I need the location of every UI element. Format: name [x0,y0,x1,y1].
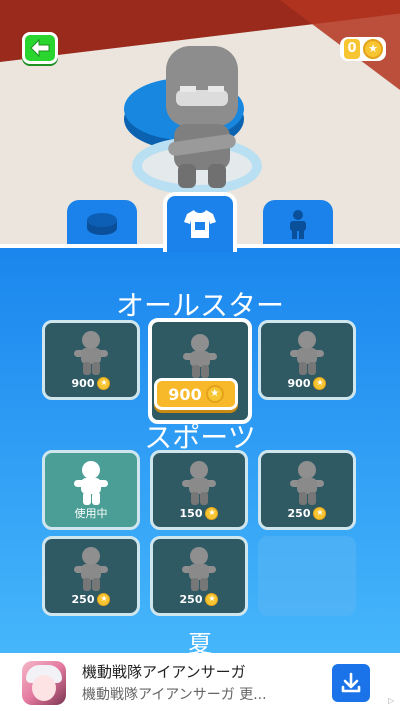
star-coin-icon: ★ [205,385,224,403]
skin-card[interactable]: 250 ★ [150,536,248,616]
star-coin-icon: ★ [205,507,219,520]
skin-card-empty [258,536,356,616]
skin-price: 900 ★ [261,377,353,390]
buy-button[interactable]: 900 ★ [154,378,238,410]
skin-price: 250 ★ [153,593,245,606]
preview-character [158,38,248,188]
skin-figure [74,461,108,505]
shop-panel[interactable]: オールスター 900 ★ 900 ★ スポーツ 900 ★ 使用中 150 ★ 250… [0,248,400,653]
platform-disc-icon [87,213,117,235]
tshirt-icon [184,210,216,238]
back-button[interactable] [22,32,58,64]
skin-price: 150 ★ [153,507,245,520]
skin-card[interactable]: 250 ★ [258,450,356,530]
skin-figure [290,461,324,505]
ad-app-icon[interactable] [22,661,66,705]
star-coin-icon: ★ [205,593,219,606]
coin-count: 0 [344,39,360,59]
skin-figure [183,334,217,378]
skin-card[interactable]: 250 ★ [42,536,140,616]
tab-outfit[interactable] [163,192,237,252]
skin-figure [74,331,108,375]
skin-card[interactable]: 900 ★ [42,320,140,400]
person-icon [290,210,306,239]
skin-figure [74,547,108,591]
coin-counter: 0 ★ [340,37,386,61]
download-icon [341,672,361,693]
buy-price: 900 [168,384,202,404]
ad-title[interactable]: 機動戦隊アイアンサーガ [82,661,246,682]
ad-subtitle[interactable]: 機動戦隊アイアンサーガ 更... [82,684,267,704]
ad-banner[interactable]: 機動戦隊アイアンサーガ 機動戦隊アイアンサーガ 更... [0,653,400,711]
skin-figure [182,461,216,505]
ad-download-button[interactable] [332,664,370,702]
star-coin-icon: ★ [97,593,111,606]
skin-price: 250 ★ [45,593,137,606]
selected-skin-card[interactable]: 900 ★ [148,318,252,424]
skin-price: 900 ★ [45,377,137,390]
tab-character[interactable] [263,200,333,248]
star-coin-icon: ★ [363,39,383,59]
skin-card[interactable]: 150 ★ [150,450,248,530]
section-title-summer: 夏 [188,630,212,653]
skin-card[interactable]: 900 ★ [258,320,356,400]
skin-card-owned[interactable]: 使用中 [42,450,140,530]
in-use-label: 使用中 [74,507,108,520]
skin-price: 250 ★ [261,507,353,520]
star-coin-icon: ★ [313,377,327,390]
skin-figure [182,547,216,591]
tab-platform[interactable] [67,200,137,248]
back-arrow-icon [30,39,50,57]
ad-choices-mark[interactable]: ▷ [388,696,394,705]
skin-figure [290,331,324,375]
star-coin-icon: ★ [97,377,111,390]
star-coin-icon: ★ [313,507,327,520]
